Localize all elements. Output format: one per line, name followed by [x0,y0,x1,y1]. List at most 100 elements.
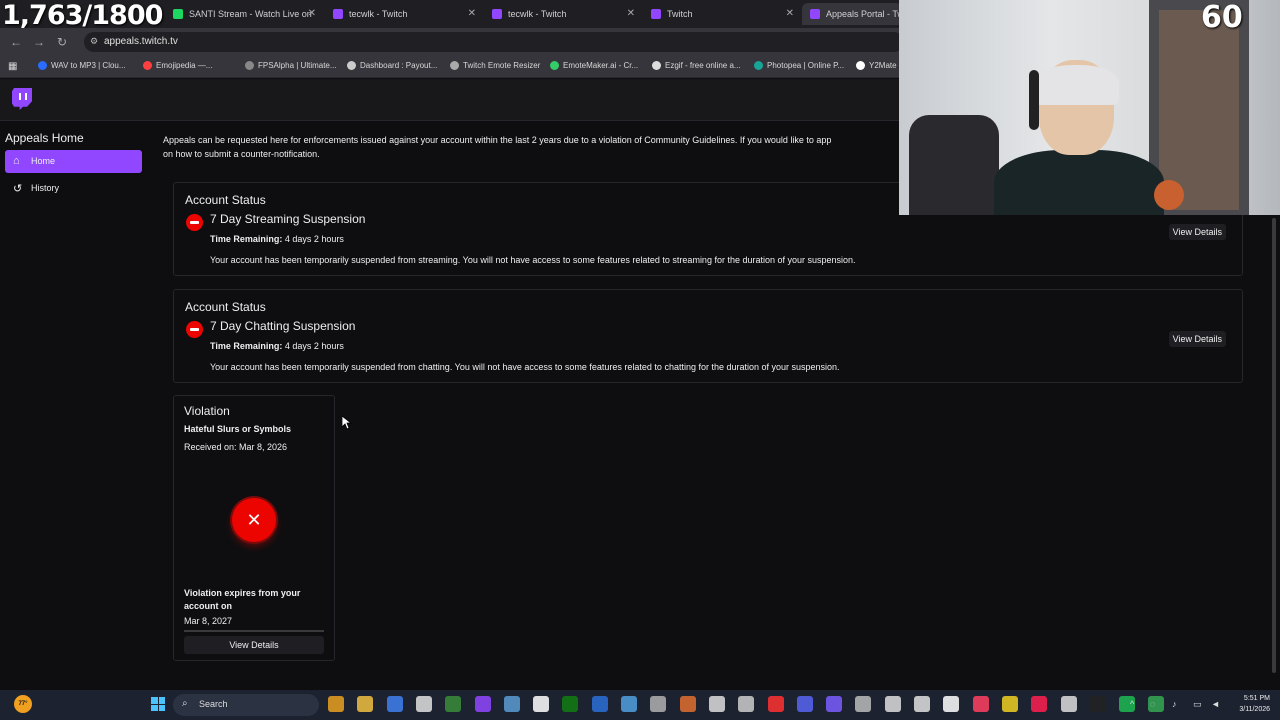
sidebar-item-home[interactable]: ⌂ Home [5,150,142,173]
windows-start-icon[interactable] [151,697,165,711]
bookmark-label: WAV to MP3 | Clou... [51,61,126,70]
taskbar-app-icon[interactable] [767,696,784,712]
taskbar-app-icon[interactable] [796,696,813,712]
webcam-chair [909,115,999,215]
bookmark-label: EmoteMaker.ai - Cr... [563,61,639,70]
chatting-suspension-card: Account Status 7 Day Chatting Suspension… [173,289,1243,383]
history-icon: ↺ [13,183,23,195]
violation-expires-date: Mar 8, 2027 [184,616,233,626]
taskbar-app-icon[interactable] [943,696,960,712]
taskbar-app-icon[interactable] [415,696,432,712]
taskbar-app-icon[interactable] [386,696,403,712]
bookmark-favicon-icon [550,61,559,70]
bookmark-fpsalpha[interactable]: FPSAlpha | Ultimate... [245,61,337,70]
view-details-button[interactable]: View Details [1168,224,1226,240]
back-icon[interactable]: ← [10,35,22,49]
bookmark-emote-resizer[interactable]: Twitch Emote Resizer [450,61,540,70]
tray-network-icon[interactable]: ◌ [1150,699,1155,709]
bookmark-label: Emojipedia —... [156,61,213,70]
bookmark-wav-to-mp3[interactable]: WAV to MP3 | Clou... [38,61,126,70]
taskbar-app-icon[interactable] [826,696,843,712]
bookmark-y2mate[interactable]: Y2Mate [856,61,897,70]
apps-grid-icon[interactable]: ▦ [8,61,17,72]
scrollbar-thumb[interactable] [1272,218,1276,673]
taskbar-clock[interactable]: 5:51 PM 3/11/2026 [1228,693,1270,715]
windows-taskbar: 77° ⌕ Search ^ ◌ ♪ ▭ ◄ 5:51 PM 3/11/2026 [0,690,1280,720]
close-tab-icon[interactable]: ✕ [308,8,316,19]
twitch-logo-icon[interactable] [12,88,32,110]
bookmark-emojipedia[interactable]: Emojipedia —... [143,61,212,70]
taskbar-app-icon[interactable] [708,696,725,712]
close-tab-icon[interactable]: ✕ [468,8,476,19]
tray-chevron-icon[interactable]: ^ [1130,699,1134,709]
bookmark-favicon-icon [143,61,152,70]
taskbar-app-icon[interactable] [1031,696,1048,712]
page-scrollbar[interactable] [1270,218,1278,688]
taskbar-app-icon[interactable] [591,696,608,712]
bookmark-dashboard[interactable]: Dashboard : Payout... [347,61,437,70]
browser-tab-twitch[interactable]: Twitch ✕ [643,3,798,25]
taskbar-app-icon[interactable] [621,696,637,712]
tray-display-icon[interactable]: ▭ [1193,699,1202,710]
browser-tab-santi[interactable]: SANTI Stream - Watch Live on ✕ [165,3,320,25]
tab-label: tecwlk - Twitch [508,9,567,19]
taskbar-app-icon[interactable] [972,696,989,712]
bookmark-label: Dashboard : Payout... [360,61,438,70]
webcam-overlay: 60 [899,0,1280,215]
bookmark-ezgif[interactable]: Ezgif - free online a... [652,61,741,70]
taskbar-app-icon[interactable] [914,696,930,712]
browser-tab-tecwlk-1[interactable]: tecwlk - Twitch ✕ [325,3,480,25]
url-field[interactable]: ⚙ appeals.twitch.tv [84,32,904,52]
taskbar-app-icon[interactable] [1089,696,1106,712]
weather-icon[interactable]: 77° [14,695,32,713]
taskbar-app-icon[interactable] [650,696,667,712]
taskbar-app-icon[interactable] [357,696,374,712]
taskbar-app-icon[interactable] [855,696,872,712]
tray-mic-icon[interactable]: ♪ [1172,699,1177,709]
suspension-description: Your account has been temporarily suspen… [210,255,856,265]
reload-icon[interactable]: ↻ [57,35,67,49]
close-tab-icon[interactable]: ✕ [786,8,794,19]
violation-x-icon: ✕ [232,498,276,542]
taskbar-app-icon[interactable] [445,696,462,712]
webcam-headphones [1029,70,1039,130]
tab-label: Appeals Portal - Twitc [826,9,902,19]
bookmark-label: Y2Mate [869,61,897,70]
close-tab-icon[interactable]: ✕ [627,8,635,19]
tray-volume-icon[interactable]: ◄ [1211,699,1220,709]
tab-favicon-icon [333,9,343,19]
taskbar-app-icon[interactable] [1060,696,1077,712]
intro-line: Appeals can be requested here for enforc… [163,135,832,145]
browser-tab-appeals[interactable]: Appeals Portal - Twitc [802,3,902,25]
sidebar-item-history[interactable]: ↺ History [5,177,142,200]
taskbar-app-icon[interactable] [503,696,520,712]
taskbar-app-icon[interactable] [884,696,901,712]
time-remaining: Time Remaining: 4 days 2 hours [210,341,344,351]
suspension-description: Your account has been temporarily suspen… [210,362,840,372]
taskbar-app-icon[interactable] [562,696,579,712]
bookmark-label: Ezgif - free online a... [665,61,741,70]
view-details-button[interactable]: View Details [184,636,324,654]
taskbar-app-icon[interactable] [533,696,550,712]
suspension-name: 7 Day Chatting Suspension [210,319,356,333]
bookmark-emotemaker[interactable]: EmoteMaker.ai - Cr... [550,61,638,70]
taskbar-app-icon[interactable] [738,696,755,712]
view-details-button[interactable]: View Details [1168,331,1226,347]
taskbar-app-icon[interactable] [679,696,696,712]
time-remaining-value: 4 days 2 hours [282,341,344,351]
sidebar: Appeals Home ⌂ Home ↺ History [0,122,148,690]
sidebar-title: Appeals Home [5,131,84,145]
taskbar-search[interactable]: ⌕ Search [173,694,319,716]
taskbar-app-icon[interactable] [1001,696,1018,712]
browser-tab-tecwlk-2[interactable]: tecwlk - Twitch ✕ [484,3,639,25]
intro-text: Appeals can be requested here for enforc… [163,133,923,161]
bookmark-photopea[interactable]: Photopea | Online P... [754,61,844,70]
forward-icon[interactable]: → [33,35,45,49]
taskbar-app-icon[interactable] [328,696,344,712]
bookmark-favicon-icon [347,61,356,70]
site-info-icon[interactable]: ⚙ [90,36,98,47]
tab-label: SANTI Stream - Watch Live on [189,9,312,19]
webcam-number: 60 [1201,0,1243,35]
time-remaining-label: Time Remaining: [210,341,283,351]
taskbar-app-icon[interactable] [474,696,491,712]
